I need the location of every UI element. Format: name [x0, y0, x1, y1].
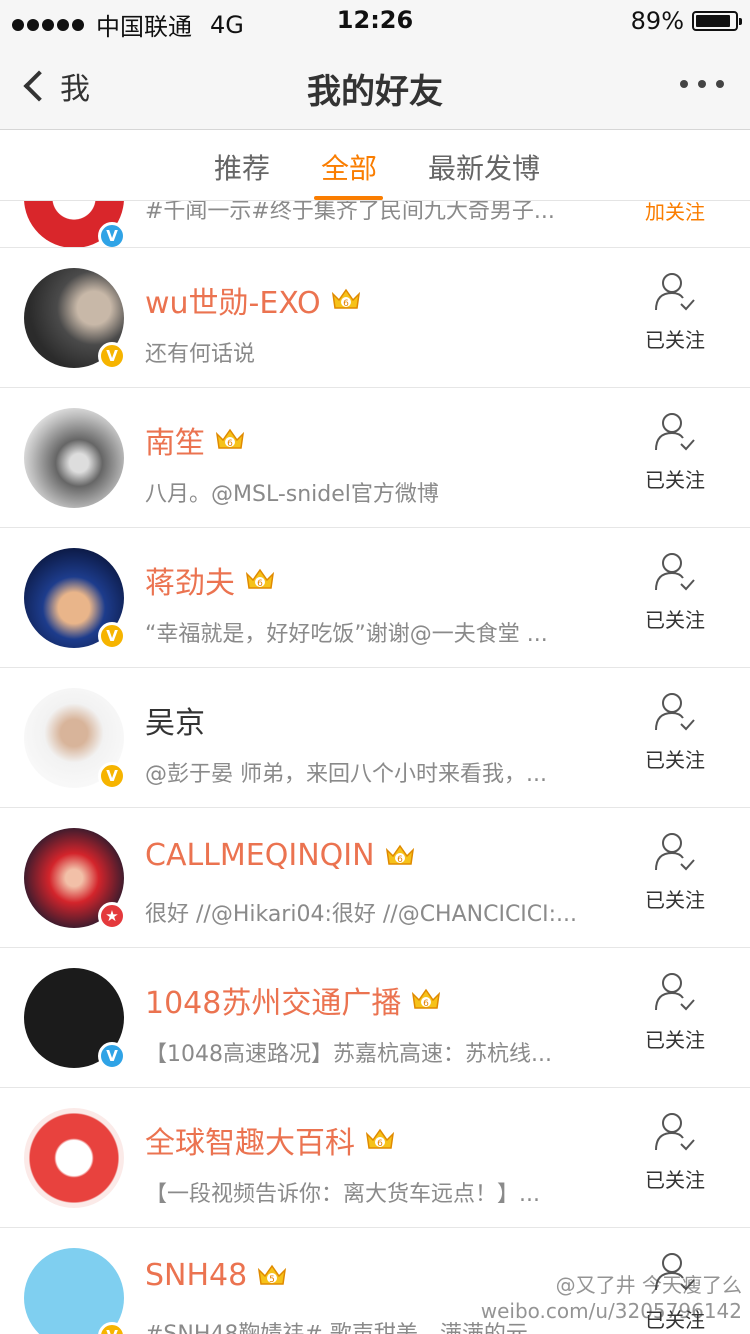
user-following-icon — [655, 553, 695, 591]
friend-name[interactable]: 全球智趣大百科 6 — [145, 1118, 395, 1162]
tab-recommended[interactable]: 推荐 — [214, 147, 270, 187]
svg-text:6: 6 — [397, 855, 403, 865]
user-following-icon — [655, 273, 695, 311]
friend-desc: @彭于晏 师弟，来回八个小时来看我，... — [145, 762, 547, 787]
avatar[interactable] — [24, 1108, 124, 1208]
crown-icon: 6 — [245, 568, 275, 589]
tab-bar: 推荐 全部 最新发博 — [0, 131, 750, 201]
verified-badge-icon: V — [98, 222, 126, 247]
crown-icon: 6 — [331, 288, 360, 309]
following-label: 已关注 — [645, 328, 705, 352]
friend-name-text: wu世勋-EXO — [145, 286, 321, 321]
list-item[interactable]: V 吴京 @彭于晏 师弟，来回八个小时来看我，... 已关注 — [0, 668, 750, 808]
friend-desc: 【一段视频告诉你：离大货车远点！】... — [145, 1182, 540, 1207]
following-label: 已关注 — [645, 1168, 705, 1192]
list-item[interactable]: V wu世勋-EXO 6 还有何话说 已关注 — [0, 248, 750, 388]
friend-desc: 八月。@MSL-snidel官方微博 — [145, 482, 439, 507]
friend-list: V #千闻一示#终于集齐了民间九大奇男子... 加关注 V wu世勋-EXO 6… — [0, 201, 750, 1334]
tab-active-indicator — [314, 196, 383, 200]
follow-button[interactable]: 加关注 — [645, 201, 705, 225]
avatar[interactable]: V — [24, 1248, 126, 1334]
svg-text:6: 6 — [257, 579, 263, 589]
svg-text:6: 6 — [227, 439, 233, 449]
friend-desc: 【1048高速路况】苏嘉杭高速：苏杭线... — [145, 1042, 552, 1067]
verified-badge-icon: V — [98, 622, 126, 650]
avatar[interactable]: V — [24, 268, 126, 370]
crown-icon: 6 — [412, 988, 441, 1009]
svg-text:6: 6 — [423, 999, 429, 1009]
watermark: @又了井 今天瘦了么 weibo.com/u/3205796142 — [481, 1272, 742, 1324]
status-bar: 中国联通 4G 12:26 89% — [0, 0, 750, 41]
watermark-handle: @又了井 今天瘦了么 — [555, 1273, 742, 1297]
list-item[interactable]: V 1048苏州交通广播 6 【1048高速路况】苏嘉杭高速：苏杭线... 已关… — [0, 948, 750, 1088]
friend-name[interactable]: wu世勋-EXO 6 — [145, 278, 361, 322]
battery-percent: 89% — [630, 7, 684, 35]
screen: { "status_bar": {"carrier":"中国联通","netwo… — [0, 0, 750, 1334]
friend-name[interactable]: 吴京 — [145, 698, 205, 742]
following-label: 已关注 — [645, 748, 705, 772]
following-button[interactable]: 已关注 — [630, 970, 720, 1053]
user-following-icon — [655, 693, 695, 731]
following-label: 已关注 — [645, 608, 705, 632]
crown-icon: 5 — [258, 1264, 287, 1285]
friend-name-text: CALLMEQINQIN — [145, 838, 375, 873]
list-item[interactable]: V #千闻一示#终于集齐了民间九大奇男子... 加关注 — [0, 201, 750, 248]
following-label: 已关注 — [645, 468, 705, 492]
tab-latest-posts[interactable]: 最新发博 — [428, 147, 540, 187]
friend-name-text: SNH48 — [145, 1258, 248, 1293]
list-item[interactable]: V 蒋劲夫 6 “幸福就是，好好吃饭”谢谢@一夫食堂 ... 已关注 — [0, 528, 750, 668]
verified-badge-icon: V — [98, 1042, 126, 1070]
friend-name[interactable]: 蒋劲夫 6 — [145, 558, 275, 602]
friend-name-text: 吴京 — [145, 706, 205, 741]
user-following-icon — [655, 1113, 695, 1151]
avatar[interactable]: V — [24, 548, 126, 650]
crown-icon: 6 — [365, 1128, 395, 1149]
avatar[interactable]: ★ — [24, 828, 126, 930]
friend-name[interactable]: SNH48 5 — [145, 1258, 287, 1293]
avatar[interactable]: V — [24, 968, 126, 1070]
page-title: 我的好友 — [307, 72, 443, 112]
avatar[interactable]: V — [24, 688, 126, 790]
friend-desc: 还有何话说 — [145, 342, 256, 367]
friend-name-text: 1048苏州交通广播 — [145, 986, 402, 1021]
watermark-url: weibo.com/u/3205796142 — [480, 1299, 742, 1323]
friend-name-text: 全球智趣大百科 — [145, 1126, 355, 1161]
nav-bar: 我 我的好友 — [0, 40, 750, 130]
following-button[interactable]: 已关注 — [630, 830, 720, 913]
svg-text:6: 6 — [343, 299, 349, 309]
friend-name[interactable]: 南笙 6 — [145, 418, 245, 462]
following-button[interactable]: 已关注 — [630, 690, 720, 773]
crown-icon: 6 — [215, 428, 245, 449]
tab-all[interactable]: 全部 — [321, 147, 377, 187]
crown-icon: 6 — [385, 844, 414, 865]
user-following-icon — [655, 413, 695, 451]
friend-desc: “幸福就是，好好吃饭”谢谢@一夫食堂 ... — [145, 622, 548, 647]
following-button[interactable]: 已关注 — [630, 270, 720, 353]
avatar[interactable] — [24, 408, 124, 508]
more-icon[interactable] — [680, 80, 724, 88]
user-following-icon — [655, 973, 695, 1011]
friend-name-text: 蒋劲夫 — [145, 566, 235, 601]
friend-name-text: 南笙 — [145, 426, 205, 461]
verified-badge-icon: V — [98, 762, 126, 790]
svg-text:5: 5 — [269, 1275, 275, 1285]
friend-desc: #千闻一示#终于集齐了民间九大奇男子... — [145, 201, 555, 224]
following-label: 已关注 — [645, 1028, 705, 1052]
friend-name[interactable]: CALLMEQINQIN 6 — [145, 838, 415, 873]
following-label: 已关注 — [645, 888, 705, 912]
user-following-icon — [655, 833, 695, 871]
friend-desc: 很好 //@Hikari04:很好 //@CHANCICICI:... — [145, 902, 578, 927]
list-item[interactable]: ★ CALLMEQINQIN 6 很好 //@Hikari04:很好 //@CH… — [0, 808, 750, 948]
following-button[interactable]: 已关注 — [630, 550, 720, 633]
star-badge-icon: ★ — [98, 902, 126, 930]
svg-text:6: 6 — [377, 1139, 383, 1149]
following-button[interactable]: 已关注 — [630, 1110, 720, 1193]
avatar[interactable]: V — [24, 201, 126, 247]
list-item[interactable]: 南笙 6 八月。@MSL-snidel官方微博 已关注 — [0, 388, 750, 528]
battery-icon — [692, 11, 742, 31]
verified-badge-icon: V — [98, 342, 126, 370]
list-item[interactable]: 全球智趣大百科 6 【一段视频告诉你：离大货车远点！】... 已关注 — [0, 1088, 750, 1228]
following-button[interactable]: 已关注 — [630, 410, 720, 493]
friend-name[interactable]: 1048苏州交通广播 6 — [145, 978, 441, 1022]
